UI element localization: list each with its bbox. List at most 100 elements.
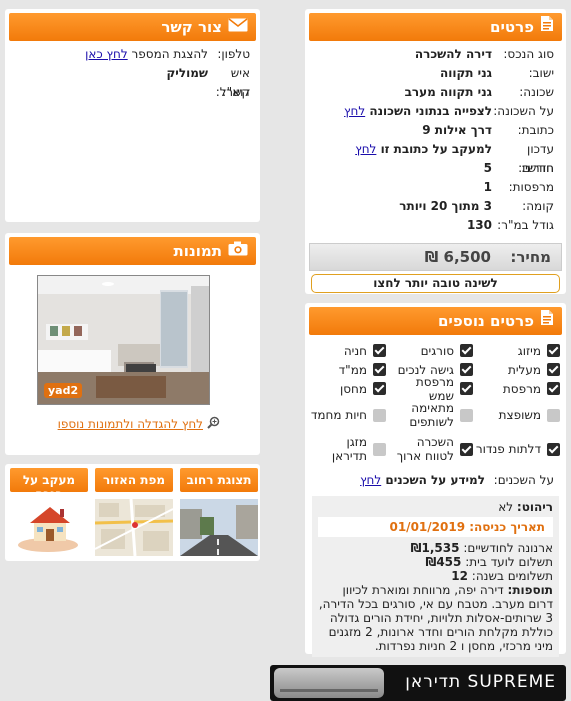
neighborhood-link[interactable]: לחץ [344,104,365,118]
vaad-row: תשלום לועד בית: ₪455 [425,555,553,569]
street-view-thumb[interactable] [180,499,258,556]
property-tracking-thumb[interactable] [10,499,88,556]
show-phone-link[interactable]: לחץ כאן [85,47,128,61]
document-icon [540,307,554,335]
checkbox-checked-icon [460,344,473,357]
images-panel: תמונות yad2 לחץ להגדלה ולתמונות נוספו [5,233,260,455]
feature-item: מרפסת [475,379,562,398]
more-details-header: פרטים נוספים [309,307,562,335]
feature-label: מחסן [339,381,367,396]
price-bar: מחיר: 6,500 ₪ [309,243,562,271]
ad-banner[interactable]: תדיראן SUPREME [270,665,566,701]
checkbox-checked-icon [460,382,473,395]
detail-row-neighborhood: שכונה: גני תקווה מערב [404,85,554,99]
neighbors-link[interactable]: לחץ [360,473,381,487]
feature-item: מיזוג [475,341,562,360]
payments-row: תשלומים בשנה: 12 [451,569,553,583]
checkbox-checked-icon [547,382,560,395]
checkbox-checked-icon [373,344,386,357]
detail-row-address: כתובת: דרך אילות 9 [422,123,554,137]
feature-item: מרפסת שמש [388,375,475,403]
phone-row: טלפון: להצגת המספר לחץ כאן [85,47,250,61]
detail-row-rooms: חדרים: 5 [483,161,554,175]
checkbox-unchecked-icon [373,408,386,422]
details-header: פרטים [309,13,562,41]
info-box: ריהוט: לא תאריך כניסה: 01/01/2019 ארנונה… [312,496,559,657]
zoom-icon [207,416,220,432]
feature-item: מחסן [308,379,388,398]
price-label: מחיר: [510,248,551,266]
details-title: פרטים [490,18,534,36]
arnona-row: ארנונה לחודשיים: ₪1,535 [410,541,553,555]
images-title: תמונות [173,242,222,260]
checkbox-checked-icon [373,363,386,376]
checkbox-checked-icon [460,442,473,456]
street-view-button[interactable]: תצוגת רחוב [180,468,258,492]
more-details-title: פרטים נוספים [437,312,534,330]
yad2-watermark: yad2 [44,383,83,398]
checkbox-unchecked-icon [547,408,560,422]
main-photo[interactable]: yad2 [37,275,210,405]
monthly-update-link[interactable]: לחץ [355,142,376,156]
feature-label: מיזוג [517,343,541,358]
detail-row-type: סוג הנכס: דירה להשכרה [414,47,554,61]
more-details-panel: פרטים נוספים מיזוג סורגים חניה מעלית גישה לנ… [305,303,566,657]
feature-label: מרפסת [502,381,541,396]
feature-item: ממ"ד [308,360,388,379]
entry-date: תאריך כניסה: 01/01/2019 [318,517,553,537]
extras-row: תוספות: דירה יפה, מרווחת ומוארת לכיוון ד… [318,583,553,653]
images-header: תמונות [9,237,256,265]
contact-header: צור קשר [9,13,256,41]
envelope-icon [228,13,248,41]
checkbox-checked-icon [547,442,560,456]
feature-label: מעלית [507,362,541,377]
banner-text: תדיראן SUPREME [405,672,556,692]
feature-item: משופצת [475,398,562,432]
detail-row-balconies: מרפסות: 1 [483,180,554,194]
feature-item: חניה [308,341,388,360]
feature-label: סורגים [420,343,454,358]
feature-label: חניה [343,343,367,358]
contact-person-row: איש קשר: שמוליק [166,66,250,99]
contact-panel: צור קשר טלפון: להצגת המספר לחץ כאן איש ק… [5,9,260,222]
area-map-button[interactable]: מפת האזור [95,468,173,492]
checkbox-unchecked-icon [373,442,386,456]
feature-label: מזגן תדיראן [331,435,367,463]
property-tracking-button[interactable]: מעקב על בנכס [10,468,88,492]
boost-button[interactable]: לשינה טובה יותר לחצו [311,274,560,293]
neighbors-row: על השכנים: למידע על השכנים לחץ [360,473,554,487]
checkbox-checked-icon [460,363,473,376]
feature-label: חיות מחמד [310,408,367,422]
contact-title: צור קשר [161,18,222,36]
features-grid: מיזוג סורגים חניה מעלית גישה לנכים ממ"ד מרפסת מ… [305,341,566,466]
checkbox-unchecked-icon [460,408,473,422]
feature-label: דלתות פנדור [475,442,541,456]
detail-row-city: ישוב: גני תקווה [439,66,554,80]
feature-item: סורגים [388,341,475,360]
feature-item: חיות מחמד [308,398,388,432]
feature-item: השכרה לטווח ארוך [388,432,475,466]
checkbox-checked-icon [547,363,560,376]
document-icon [540,13,554,41]
feature-item: מתאימה לשותפים [388,398,475,432]
furniture-row: ריהוט: לא [498,500,553,514]
checkbox-checked-icon [373,382,386,395]
enlarge-link[interactable]: לחץ להגדלה ולתמונות נוספו [58,416,220,432]
feature-item: דלתות פנדור [475,432,562,466]
email-row: דוא"ל: [215,85,250,99]
price-value: 6,500 ₪ [424,248,491,266]
feature-label: ממ"ד [338,362,367,377]
thumbs-panel: תצוגת רחוב מפת האזור מעקב על בנכס [5,464,260,561]
details-panel: פרטים סוג הנכס: דירה להשכרה ישוב: גני תקוו… [305,9,566,294]
feature-item: מעלית [475,360,562,379]
camera-icon [228,237,248,265]
area-map-thumb[interactable] [95,499,173,556]
detail-row-size: גודל במ"ר: 130 [466,218,554,232]
details-rows: סוג הנכס: דירה להשכרה ישוב: גני תקווה שכונ… [305,45,566,235]
feature-label: מתאימה לשותפים [409,401,454,429]
detail-row-floor: קומה: 3 מתוך 20 ויותר [399,199,554,213]
feature-label: השכרה לטווח ארוך [396,435,454,463]
detail-row-about-neighborhood: על השכונה: לצפייה בנתוני השכונה לחץ [344,104,554,118]
feature-item: מזגן תדיראן [308,432,388,466]
checkbox-checked-icon [547,344,560,357]
